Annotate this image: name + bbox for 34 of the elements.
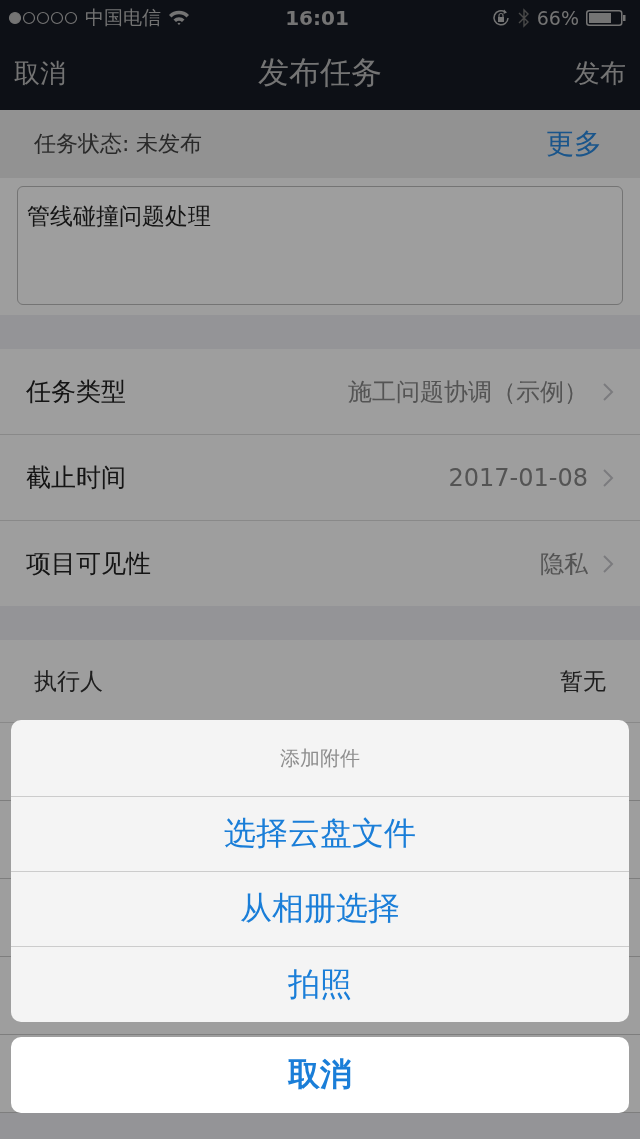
action-option[interactable]: 拍照 <box>11 947 629 1022</box>
field-value: 2017-01-08 <box>448 463 588 492</box>
field-value: 隐私 <box>540 548 588 580</box>
field-label: 截止时间 <box>26 462 127 494</box>
chevron-icon <box>602 381 614 402</box>
page-title: 发布任务 <box>258 53 382 92</box>
bluetooth-icon <box>517 8 530 28</box>
status-time: 16:01 <box>285 6 349 30</box>
task-status-label: 任务状态: 未发布 <box>34 130 203 158</box>
field-label: 任务类型 <box>26 376 127 408</box>
carrier-name: 中国电信 <box>85 5 161 30</box>
battery-icon <box>586 10 626 26</box>
battery-percent: 66% <box>536 7 579 29</box>
task-title-field[interactable]: 管线碰撞问题处理 <box>17 186 623 305</box>
rotation-lock-icon <box>490 8 511 28</box>
action-sheet-title: 添加附件 <box>11 720 629 797</box>
form-row[interactable]: 任务类型 施工问题协调（示例） <box>0 349 640 435</box>
chevron-icon <box>602 467 614 488</box>
action-option[interactable]: 选择云盘文件 <box>11 797 629 872</box>
assignee-value: 暂无 <box>560 666 606 696</box>
chevron-icon <box>602 553 614 574</box>
field-label: 项目可见性 <box>26 548 152 580</box>
form-row[interactable]: 截止时间 2017-01-08 <box>0 435 640 521</box>
signal-icon <box>8 11 78 25</box>
assignee-row[interactable]: 执行人 暂无 <box>0 640 640 723</box>
assignee-label: 执行人 <box>34 666 103 696</box>
more-button[interactable]: 更多 <box>546 125 602 163</box>
field-value: 施工问题协调（示例） <box>348 376 588 408</box>
form-row[interactable]: 项目可见性 隐私 <box>0 521 640 606</box>
wifi-icon <box>168 10 190 26</box>
sheet-cancel-button[interactable]: 取消 <box>11 1037 629 1113</box>
publish-button[interactable]: 发布 <box>574 55 626 91</box>
cancel-button[interactable]: 取消 <box>14 55 66 91</box>
action-option[interactable]: 从相册选择 <box>11 872 629 947</box>
